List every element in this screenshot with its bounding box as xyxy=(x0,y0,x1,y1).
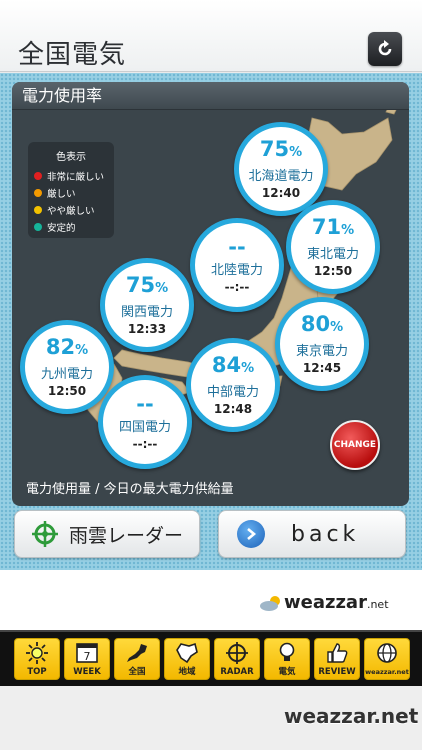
region-name: 北陸電力 xyxy=(210,263,263,278)
thumbs-up-icon xyxy=(325,639,349,667)
page-title: 全国電気 xyxy=(18,40,127,70)
footer-brand: weazzar.net xyxy=(284,704,419,728)
back-button[interactable]: back xyxy=(218,510,406,558)
region-bubble-kansai[interactable]: 75% 関西電力 12:33 xyxy=(100,258,194,352)
radar-icon xyxy=(225,639,249,667)
usage-percent: 71% xyxy=(311,215,355,239)
region-name: 中部電力 xyxy=(206,385,259,400)
rain-radar-label: 雨雲レーダー xyxy=(69,524,184,547)
legend-title: 色表示 xyxy=(56,152,86,163)
app-header: 全国電気 xyxy=(0,0,422,72)
usage-percent: -- xyxy=(136,392,154,416)
tab-region[interactable]: 地域 xyxy=(164,638,210,680)
region-bubble-hokuriku[interactable]: -- 北陸電力 --:-- xyxy=(190,218,284,312)
calendar-badge: 7 xyxy=(84,650,91,663)
update-time: 12:50 xyxy=(47,384,87,398)
tab-top[interactable]: TOP xyxy=(14,638,60,680)
rain-radar-button[interactable]: 雨雲レーダー xyxy=(14,510,200,558)
legend-item: 厳しい xyxy=(34,184,108,201)
region-name: 四国電力 xyxy=(118,420,171,435)
region-bubble-hokkaido[interactable]: 75% 北海道電力 12:40 xyxy=(234,122,328,216)
legend-dot-icon xyxy=(34,222,42,231)
update-time: --:-- xyxy=(224,280,250,294)
usage-percent: 82% xyxy=(45,335,89,359)
tab-radar[interactable]: RADAR xyxy=(214,638,260,680)
lightbulb-icon xyxy=(275,639,299,667)
panel-caption: 電力使用量 / 今日の最大電力供給量 xyxy=(26,482,234,497)
tab-label: weazzar.net xyxy=(365,668,409,676)
region-bubble-tohoku[interactable]: 71% 東北電力 12:50 xyxy=(286,200,380,294)
tab-label: RADAR xyxy=(220,667,254,677)
region-bubble-shikoku[interactable]: -- 四国電力 --:-- xyxy=(98,375,192,469)
tab-nationwide[interactable]: 全国 xyxy=(114,638,160,680)
region-name: 東北電力 xyxy=(306,247,359,262)
region-map-icon xyxy=(175,639,199,667)
tab-label: WEEK xyxy=(73,667,101,677)
tab-label: 電気 xyxy=(278,667,296,677)
region-name: 東京電力 xyxy=(295,344,348,359)
panel-title: 電力使用率 xyxy=(12,82,409,110)
usage-percent: 75% xyxy=(125,273,169,297)
chevron-right-icon xyxy=(237,520,265,548)
color-legend: 色表示 非常に厳しい 厳しい やや厳しい 安定的 xyxy=(28,142,114,238)
sun-icon xyxy=(25,639,49,667)
region-bubble-chubu[interactable]: 84% 中部電力 12:48 xyxy=(186,338,280,432)
weazzar-logo[interactable]: weazzar.net xyxy=(258,592,389,613)
back-label: back xyxy=(291,521,360,547)
refresh-button[interactable] xyxy=(368,32,402,66)
region-bubble-tokyo[interactable]: 80% 東京電力 12:45 xyxy=(275,297,369,391)
cloud-sun-icon xyxy=(260,595,280,611)
legend-item: 安定的 xyxy=(34,218,108,235)
legend-dot-icon xyxy=(34,188,42,197)
usage-percent: 80% xyxy=(300,312,344,336)
legend-label: 厳しい xyxy=(47,188,76,200)
legend-dot-icon xyxy=(34,171,42,180)
tab-website[interactable]: weazzar.net xyxy=(364,638,410,680)
update-time: 12:40 xyxy=(261,186,301,200)
update-time: 12:33 xyxy=(127,322,167,336)
update-time: 12:48 xyxy=(213,402,253,416)
update-time: 12:45 xyxy=(302,361,342,375)
refresh-icon xyxy=(378,40,392,56)
legend-item: 非常に厳しい xyxy=(34,167,108,184)
region-name: 北海道電力 xyxy=(248,169,314,184)
legend-item: やや厳しい xyxy=(34,201,108,218)
calendar-icon: 7 xyxy=(75,639,99,667)
tab-electricity[interactable]: 電気 xyxy=(264,638,310,680)
tab-week[interactable]: 7 WEEK xyxy=(64,638,110,680)
change-button[interactable]: CHANGE xyxy=(330,420,380,470)
legend-label: 安定的 xyxy=(47,222,76,234)
legend-label: 非常に厳しい xyxy=(47,171,105,183)
usage-percent: 75% xyxy=(259,137,303,161)
globe-icon xyxy=(375,639,399,667)
tab-review[interactable]: REVIEW xyxy=(314,638,360,680)
region-bubble-kyushu[interactable]: 82% 九州電力 12:50 xyxy=(20,320,114,414)
region-name: 関西電力 xyxy=(120,305,173,320)
region-name: 九州電力 xyxy=(40,367,93,382)
usage-percent: 84% xyxy=(211,353,255,377)
update-time: --:-- xyxy=(132,437,158,451)
crosshair-icon xyxy=(32,521,58,547)
update-time: 12:50 xyxy=(313,264,353,278)
legend-dot-icon xyxy=(34,205,42,214)
tab-label: 地域 xyxy=(178,667,196,677)
ad-brand: weazzar.net xyxy=(284,592,389,613)
legend-label: やや厳しい xyxy=(47,205,95,217)
japan-map-icon xyxy=(125,639,149,667)
tab-label: 全国 xyxy=(128,667,146,677)
usage-percent: -- xyxy=(228,235,246,259)
tab-label: TOP xyxy=(27,667,47,677)
tab-label: REVIEW xyxy=(318,667,356,677)
